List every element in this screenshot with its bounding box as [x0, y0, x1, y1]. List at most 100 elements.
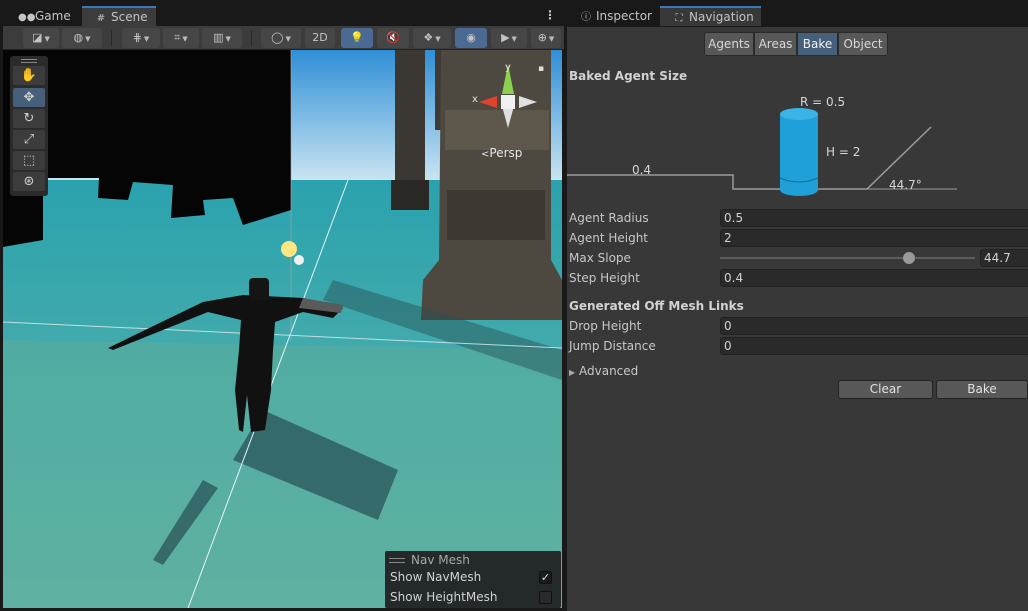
- drag-handle-icon[interactable]: [21, 59, 37, 63]
- show-heightmesh-checkbox[interactable]: [539, 591, 552, 604]
- advanced-foldout[interactable]: ▶ Advanced: [569, 362, 638, 380]
- chevron-down-icon: ▼: [44, 35, 50, 43]
- grid-visibility-icon: ▥: [213, 31, 224, 44]
- chevron-down-icon: ▼: [143, 35, 150, 43]
- navmesh-overlay-title[interactable]: Nav Mesh: [389, 553, 557, 567]
- grid-visibility-dropdown[interactable]: ▥ ▼: [202, 28, 242, 48]
- tab-game-label: Game: [35, 9, 71, 23]
- bake-button[interactable]: Bake: [936, 380, 1028, 399]
- globe-icon: ◍: [73, 31, 84, 44]
- toolbar-divider: [111, 30, 112, 46]
- scene-render: [3, 50, 562, 608]
- snap-increment-dropdown[interactable]: ⌗ ▼: [163, 28, 199, 48]
- scene-visibility-toggle[interactable]: ◉: [455, 28, 487, 48]
- advanced-label: Advanced: [579, 364, 639, 378]
- lighting-toggle[interactable]: 💡: [341, 28, 373, 48]
- gizmos-dropdown[interactable]: ⊕ ▼: [531, 28, 561, 48]
- lightbulb-icon: 💡: [350, 31, 364, 44]
- stone-pillar: [421, 50, 562, 320]
- camera-settings-dropdown[interactable]: ▶ ▼: [491, 28, 527, 48]
- max-slope-field[interactable]: 44.7: [980, 249, 1028, 267]
- scene-window: ●●Game # Scene ⋮ ◪ ▼ ◍ ▼ ⋕ ▼ ⌗ ▼ ▥ ▼ ◯ ▼ 2D 💡 🔇…: [0, 0, 564, 611]
- layers-icon: ❖: [423, 31, 434, 44]
- projection-label[interactable]: <Persp: [481, 146, 522, 160]
- drag-handle-icon: [389, 558, 405, 563]
- tab-object[interactable]: Object: [838, 32, 888, 56]
- tab-scene[interactable]: # Scene: [82, 6, 156, 26]
- max-slope-slider-track[interactable]: [720, 257, 975, 259]
- navigation-window: ⓘ Inspector ⛶ Navigation Agents Areas Bake…: [567, 0, 1028, 611]
- jump-distance-label: Jump Distance: [569, 339, 656, 353]
- tab-bake[interactable]: Bake: [797, 32, 838, 56]
- projection-label-text: Persp: [489, 146, 523, 160]
- tab-areas[interactable]: Areas: [754, 32, 797, 56]
- show-navmesh-row[interactable]: Show NavMesh ✓: [390, 568, 556, 586]
- baked-agent-size-header: Baked Agent Size: [569, 69, 688, 83]
- tab-inspector[interactable]: ⓘ Inspector: [567, 6, 657, 26]
- render-mode-dropdown[interactable]: ◍ ▼: [62, 28, 102, 48]
- scale-tool-icon[interactable]: ⤢: [13, 130, 45, 149]
- step-height-field[interactable]: 0.4: [720, 269, 1028, 287]
- slope-label: 44.7°: [889, 178, 922, 192]
- chevron-down-icon: ▼: [225, 35, 231, 43]
- transform-tool-icon[interactable]: ⊛: [13, 172, 45, 191]
- chevron-down-icon: ▼: [182, 35, 188, 43]
- max-slope-slider-thumb[interactable]: [902, 252, 915, 264]
- scene-menu-kebab-icon[interactable]: ⋮: [544, 6, 556, 26]
- hand-tool-icon[interactable]: ✋: [13, 66, 45, 85]
- light-gizmo-icon: [281, 241, 297, 257]
- tab-game[interactable]: ●●Game: [6, 6, 82, 26]
- audio-muted-icon: 🔇: [386, 31, 400, 44]
- show-navmesh-checkbox[interactable]: ✓: [539, 571, 552, 584]
- show-navmesh-label: Show NavMesh: [390, 570, 482, 584]
- navigation-icon: ⛶: [675, 13, 683, 24]
- tab-agents[interactable]: Agents: [704, 32, 754, 56]
- chevron-down-icon: ▼: [548, 35, 555, 43]
- chevron-right-icon: ▶: [569, 368, 576, 377]
- height-label: H = 2: [826, 145, 861, 159]
- game-controller-icon: ●●: [18, 12, 36, 23]
- gizmo-axis-x-label: x: [472, 94, 478, 105]
- show-heightmesh-row[interactable]: Show HeightMesh: [390, 588, 556, 606]
- rect-tool-icon[interactable]: ⬚: [13, 151, 45, 170]
- shading-mode-dropdown[interactable]: ◯ ▼: [261, 28, 301, 48]
- chevron-down-icon: ▼: [435, 35, 441, 43]
- draw-mode-dropdown[interactable]: ◪ ▼: [23, 28, 59, 48]
- scene-viewport[interactable]: y x ▪ <Persp ✋ ✥ ↻ ⤢ ⬚ ⊛: [3, 50, 562, 608]
- chevron-down-icon: ▼: [511, 35, 517, 43]
- radius-label: R = 0.5: [800, 95, 846, 109]
- gizmo-axis-y-label: y: [505, 62, 511, 73]
- info-icon: ⓘ: [581, 12, 591, 23]
- checkmark-icon: ✓: [540, 571, 551, 584]
- grid-snap-dropdown[interactable]: ⋕ ▼: [122, 28, 160, 48]
- audio-toggle[interactable]: 🔇: [377, 28, 409, 48]
- jump-distance-field[interactable]: 0: [720, 337, 1028, 355]
- show-heightmesh-label: Show HeightMesh: [390, 590, 498, 604]
- step-height-label: Step Height: [569, 271, 640, 285]
- agent-radius-field[interactable]: 0.5: [720, 209, 1028, 227]
- toolbar-divider: [251, 30, 252, 46]
- tab-inspector-label: Inspector: [596, 9, 652, 23]
- toggle-2d-button[interactable]: 2D: [305, 28, 335, 48]
- max-slope-label: Max Slope: [569, 251, 631, 265]
- draw-mode-icon: ◪: [32, 31, 43, 44]
- chevron-down-icon: ▼: [85, 35, 91, 43]
- step-label: 0.4: [632, 163, 652, 177]
- drop-height-field[interactable]: 0: [720, 317, 1028, 335]
- chevron-down-icon: ▼: [285, 35, 291, 43]
- agent-height-label: Agent Height: [569, 231, 649, 245]
- tool-panel: ✋ ✥ ↻ ⤢ ⬚ ⊛: [10, 56, 48, 196]
- scene-toolbar: ◪ ▼ ◍ ▼ ⋕ ▼ ⌗ ▼ ▥ ▼ ◯ ▼ 2D 💡 🔇 ❖ ▼ ◉ ▶ ▼ ⊕ ▼: [3, 26, 564, 50]
- tab-navigation-label: Navigation: [689, 10, 754, 24]
- move-tool-icon[interactable]: ✥: [13, 88, 45, 107]
- rotate-tool-icon[interactable]: ↻: [13, 109, 45, 128]
- tab-navigation[interactable]: ⛶ Navigation: [660, 6, 761, 26]
- grid-snap-icon: ⋕: [132, 31, 142, 44]
- agent-height-field[interactable]: 2: [720, 229, 1028, 247]
- agent-size-illustration: [567, 108, 957, 196]
- sphere-icon: ◯: [271, 31, 284, 44]
- lock-icon[interactable]: ▪: [538, 64, 544, 74]
- clear-button[interactable]: Clear: [838, 380, 933, 399]
- effects-dropdown[interactable]: ❖ ▼: [413, 28, 451, 48]
- agent-cylinder: [779, 108, 819, 196]
